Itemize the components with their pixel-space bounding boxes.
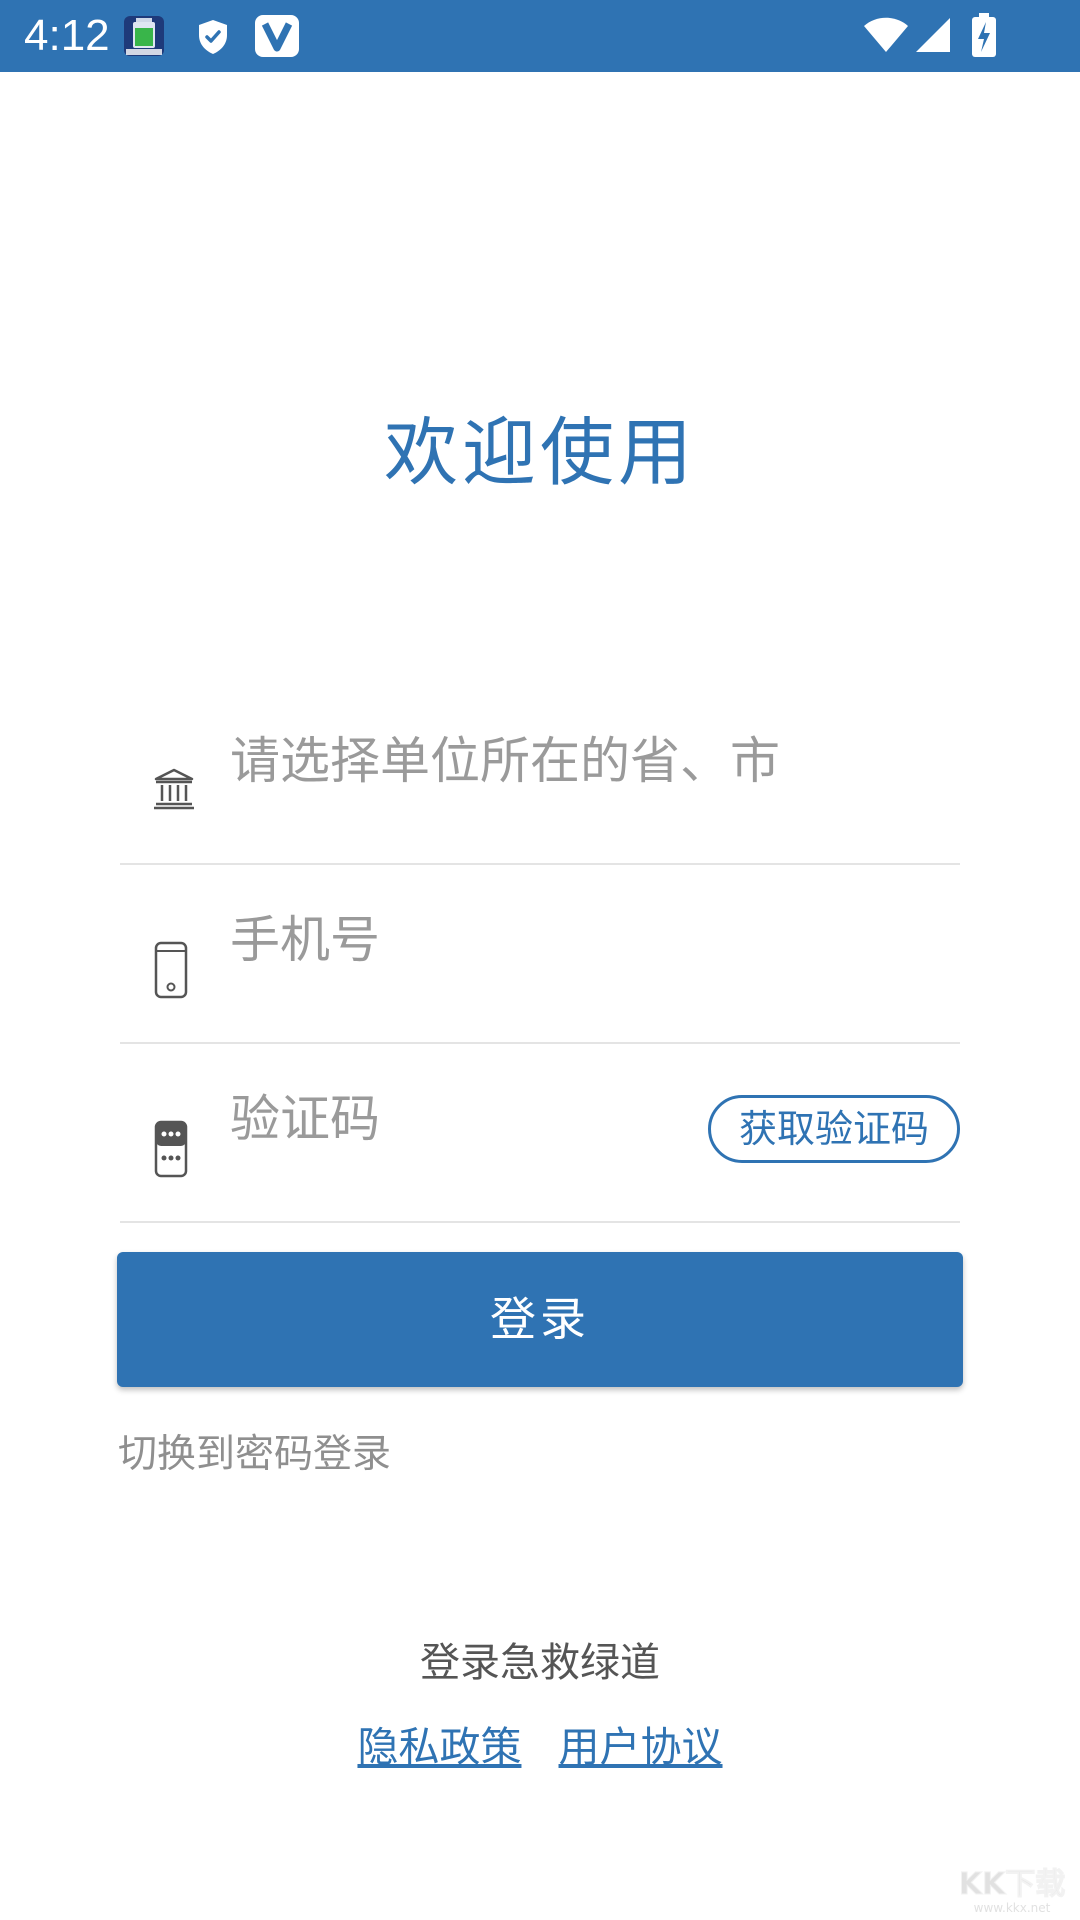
- watermark-url-text: www.kkx.net: [974, 1901, 1051, 1915]
- status-bar: 4:12: [0, 0, 1080, 72]
- wifi-icon: [864, 17, 908, 52]
- battery-app-icon: [124, 16, 164, 56]
- sms-code-icon: [154, 1120, 188, 1178]
- status-time: 4:12: [24, 11, 110, 60]
- phone-icon: [154, 941, 188, 999]
- footer-app-title: 登录急救绿道: [420, 1640, 660, 1686]
- signal-icon: [916, 18, 950, 52]
- v-app-icon: [255, 15, 299, 57]
- bank-building-icon: [154, 768, 194, 810]
- code-field-row[interactable]: 获取验证码: [120, 1044, 960, 1223]
- verification-code-input[interactable]: [230, 1084, 670, 1154]
- get-code-button[interactable]: 获取验证码: [708, 1095, 960, 1163]
- region-field-row[interactable]: [120, 686, 960, 865]
- phone-input[interactable]: [230, 905, 950, 975]
- battery-charging-icon: [972, 13, 996, 57]
- switch-to-password-login-link[interactable]: 切换到密码登录: [118, 1430, 391, 1480]
- page-title: 欢迎使用: [384, 410, 696, 496]
- kk-watermark-logo: KK下载 www.kkx.net: [958, 1867, 1066, 1916]
- watermark-brand-text: KK下载: [959, 1867, 1066, 1902]
- login-button[interactable]: 登录: [117, 1252, 963, 1387]
- phone-field-row[interactable]: [120, 865, 960, 1044]
- shield-icon: [199, 20, 227, 54]
- privacy-policy-link[interactable]: 隐私政策: [357, 1723, 521, 1771]
- user-agreement-link[interactable]: 用户协议: [559, 1723, 723, 1771]
- divider: [120, 1221, 960, 1223]
- region-select-input[interactable]: [230, 726, 950, 796]
- footer-links: 隐私政策 用户协议: [0, 1720, 1080, 1774]
